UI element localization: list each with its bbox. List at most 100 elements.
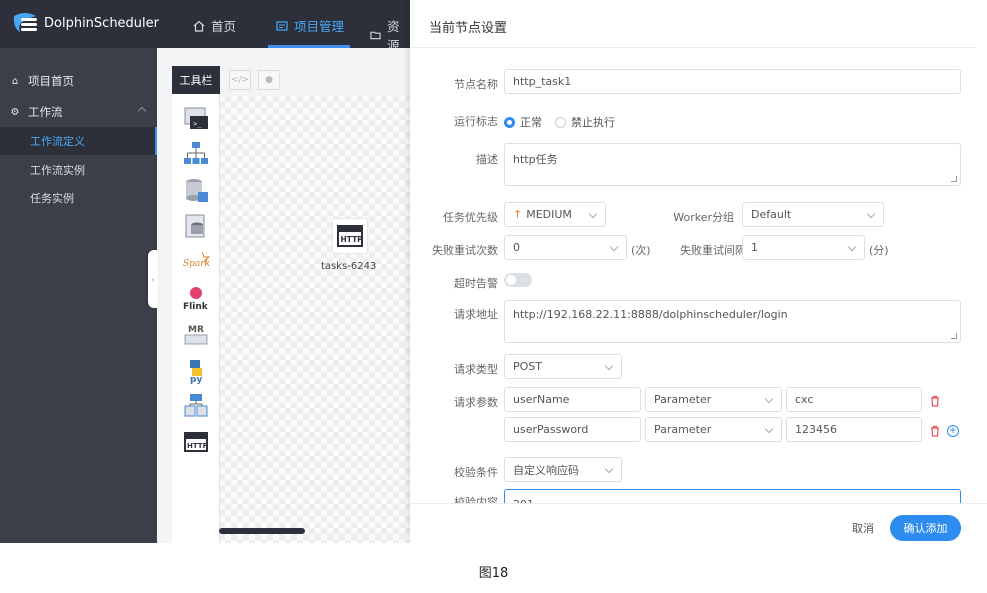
arrow-up-icon: ↑ <box>513 208 523 221</box>
run-flag-normal-radio[interactable]: 正常 <box>504 114 542 130</box>
node-name-input[interactable]: http_task1 <box>504 69 961 94</box>
chevron-down-icon <box>866 209 876 219</box>
mr-icon[interactable]: MR <box>182 320 210 348</box>
retry-interval-value: 1 <box>751 241 758 254</box>
flink-icon[interactable]: Flink <box>182 284 210 312</box>
sidebar-collapse-handle[interactable]: ‹ <box>148 250 158 308</box>
retry-interval-select[interactable]: 1 <box>742 235 865 260</box>
top-header: DolphinScheduler 首页 项目管理 资源 <box>0 0 410 53</box>
timeout-alarm-toggle[interactable] <box>504 273 532 287</box>
shell-icon[interactable]: >_ <box>182 104 210 132</box>
retry-times-value: 0 <box>513 241 520 254</box>
app-name[interactable]: DolphinScheduler <box>44 16 159 31</box>
confirm-add-button[interactable]: 确认添加 <box>890 515 961 541</box>
param-value-input[interactable]: cxc <box>786 387 922 412</box>
node-label: tasks-6243 <box>321 261 377 272</box>
task-toolbar: >_ Spark Flink MR py HTTP <box>172 94 220 543</box>
priority-value: MEDIUM <box>526 208 572 221</box>
code-view-button[interactable]: </> <box>229 70 251 90</box>
param-key-input[interactable]: userPassword <box>504 417 641 442</box>
sidebar-subitem-label: 工作流实例 <box>30 164 85 177</box>
description-value: http任务 <box>513 153 558 166</box>
chevron-down-icon <box>604 464 614 474</box>
sidebar-item-workflow-definition[interactable]: 工作流定义 <box>0 127 157 155</box>
nav-project-management[interactable]: 项目管理 <box>276 16 344 35</box>
timeout-alarm-label: 超时告警 <box>454 277 498 290</box>
retry-interval-unit: (分) <box>869 244 889 257</box>
divider <box>410 47 976 48</box>
sub-process-icon[interactable] <box>182 140 210 168</box>
svg-text:Flink: Flink <box>183 302 209 312</box>
spark-icon[interactable]: Spark <box>182 248 210 276</box>
priority-label: 任务优先级 <box>443 211 498 224</box>
sidebar-item-workflow[interactable]: ⚙ 工作流 <box>0 98 157 126</box>
trash-icon[interactable] <box>929 395 941 407</box>
request-type-select[interactable]: POST <box>504 354 622 379</box>
chevron-down-icon <box>609 242 619 252</box>
add-param-icon[interactable]: + <box>947 425 959 437</box>
horizontal-scrollbar[interactable] <box>219 528 305 534</box>
cancel-button[interactable]: 取消 <box>852 520 874 536</box>
retry-times-label: 失败重试次数 <box>432 244 498 257</box>
sidebar-item-workflow-instance[interactable]: 工作流实例 <box>0 156 157 184</box>
svg-text:HTTP: HTTP <box>341 235 364 244</box>
request-url-textarea[interactable]: http://192.168.22.11:8888/dolphinschedul… <box>504 300 961 343</box>
chevron-down-icon <box>588 209 598 219</box>
param-type-select[interactable]: Parameter <box>645 417 782 442</box>
radio-unchecked-icon <box>555 116 566 128</box>
dependent-icon[interactable] <box>182 392 210 420</box>
request-type-value: POST <box>513 360 542 373</box>
node-settings-drawer: 当前节点设置 节点名称 http_task1 运行标志 正常 禁止执行 描述 h… <box>410 0 987 543</box>
dag-canvas-area: 工具栏 </> ● >_ Spark Flink MR py HTTP HTTP… <box>157 48 410 543</box>
retry-times-unit: (次) <box>631 244 651 257</box>
param-type-select[interactable]: Parameter <box>645 387 782 412</box>
check-condition-value: 自定义响应码 <box>513 463 579 477</box>
description-textarea[interactable]: http任务 <box>504 143 961 186</box>
retry-times-select[interactable]: 0 <box>504 235 627 260</box>
python-icon[interactable]: py <box>182 356 210 384</box>
home-icon: ⌂ <box>11 75 19 87</box>
sidebar-item-label: 项目首页 <box>28 74 74 88</box>
folder-icon <box>370 31 381 40</box>
nav-home[interactable]: 首页 <box>193 16 236 35</box>
sidebar-item-project-home[interactable]: ⌂ 项目首页 <box>0 67 157 95</box>
sidebar-subitem-label: 工作流定义 <box>30 135 85 148</box>
dag-canvas[interactable] <box>219 96 410 543</box>
svg-text:py: py <box>190 375 202 384</box>
svg-text:MR: MR <box>188 325 204 335</box>
http-icon[interactable]: HTTP <box>182 428 210 456</box>
svg-text:HTTP: HTTP <box>187 442 208 450</box>
procedure-icon[interactable] <box>182 176 210 204</box>
sidebar-item-task-instance[interactable]: 任务实例 <box>0 184 157 212</box>
http-icon: HTTP <box>337 225 364 247</box>
run-flag-forbidden-radio[interactable]: 禁止执行 <box>555 114 615 130</box>
drawer-title: 当前节点设置 <box>429 21 508 36</box>
screenshot: DolphinScheduler 首页 项目管理 资源 ⌂ 项目首页 ⚙ 工作流… <box>0 0 987 543</box>
resize-grip-icon[interactable] <box>951 176 957 182</box>
request-url-label: 请求地址 <box>454 308 498 321</box>
nav-home-label: 首页 <box>211 19 237 34</box>
trash-icon[interactable] <box>929 425 941 437</box>
sql-icon[interactable] <box>182 212 210 240</box>
settings-small-button[interactable]: ● <box>258 70 280 90</box>
request-url-value: http://192.168.22.11:8888/dolphinschedul… <box>513 308 788 321</box>
worker-group-select[interactable]: Default <box>742 202 884 227</box>
chevron-down-icon <box>847 242 857 252</box>
toolbar-title: 工具栏 <box>172 66 220 94</box>
node-name-label: 节点名称 <box>454 78 498 91</box>
chevron-down-icon <box>764 424 774 434</box>
chevron-up-icon <box>137 106 147 116</box>
dolphin-logo-icon[interactable] <box>8 10 42 38</box>
workflow-node[interactable]: HTTP <box>332 218 368 254</box>
priority-select[interactable]: ↑ MEDIUM <box>504 202 606 227</box>
param-type-value: Parameter <box>654 423 712 436</box>
sidebar: ⌂ 项目首页 ⚙ 工作流 工作流定义 工作流实例 任务实例 <box>0 48 157 543</box>
check-condition-select[interactable]: 自定义响应码 <box>504 457 622 482</box>
param-key-input[interactable]: userName <box>504 387 641 412</box>
home-icon <box>193 20 205 32</box>
radio-label: 禁止执行 <box>571 116 615 129</box>
resize-grip-icon[interactable] <box>951 333 957 339</box>
chevron-down-icon <box>604 361 614 371</box>
worker-group-value: Default <box>751 208 792 221</box>
param-value-input[interactable]: 123456 <box>786 417 922 442</box>
